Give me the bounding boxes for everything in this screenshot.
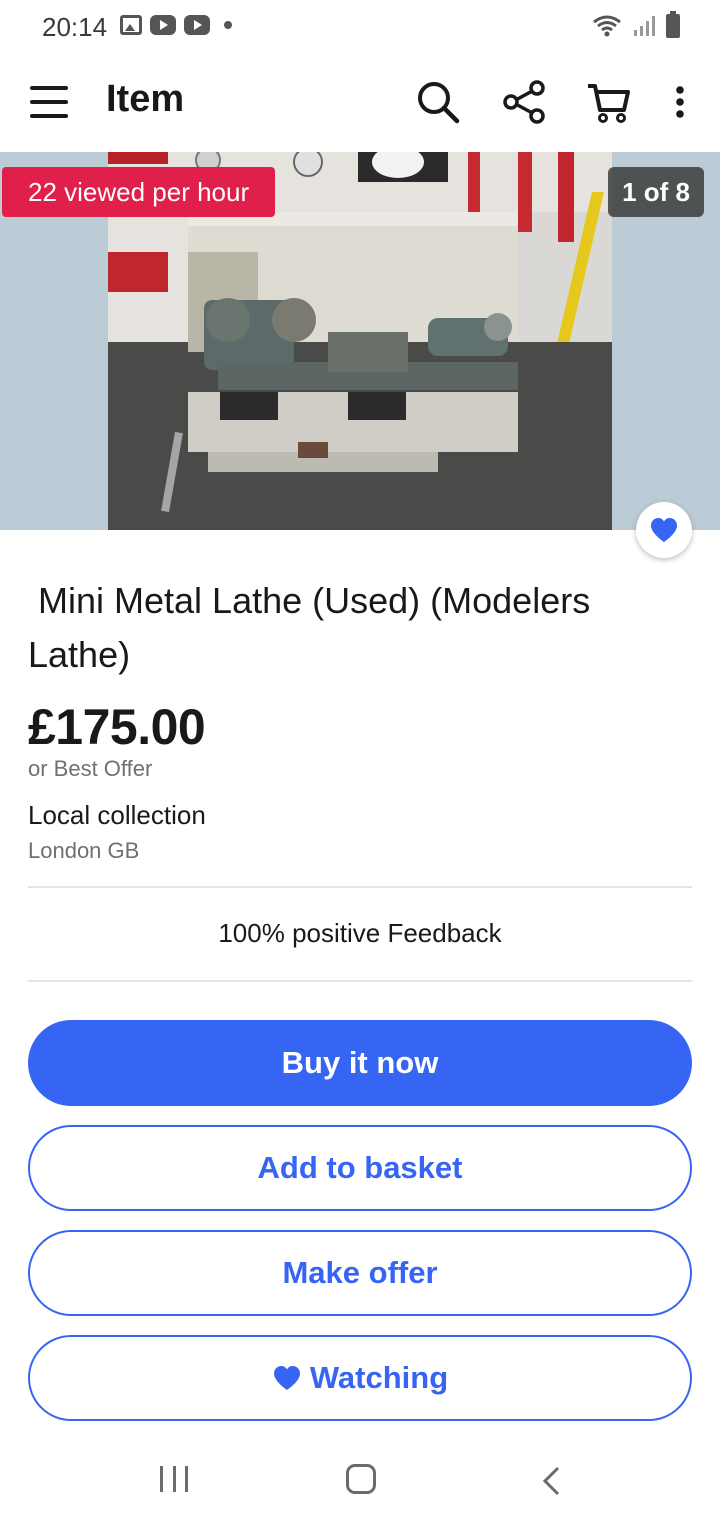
youtube-notification-icon (150, 15, 176, 35)
item-location: London GB (28, 838, 140, 863)
heart-icon (273, 1366, 300, 1390)
home-icon[interactable] (346, 1464, 376, 1494)
more-notifications-icon (224, 21, 232, 29)
recent-apps-icon[interactable] (160, 1466, 188, 1492)
item-title: Mini Metal Lathe (Used) (Modelers Lathe) (28, 580, 601, 675)
watch-heart-button[interactable] (636, 502, 692, 558)
youtube-notification-icon (184, 15, 210, 35)
divider (28, 980, 692, 982)
cart-icon[interactable] (584, 78, 632, 126)
system-nav-bar (0, 1436, 720, 1520)
make-offer-button[interactable]: Make offer (28, 1230, 692, 1316)
battery-icon (666, 11, 680, 38)
viewed-per-hour-badge: 22 viewed per hour (2, 167, 276, 217)
image-counter-badge: 1 of 8 (608, 167, 704, 217)
best-offer-label: or Best Offer (28, 756, 153, 781)
item-price: £175.00 (28, 699, 206, 755)
status-bar: 20:14 (0, 0, 720, 56)
add-to-basket-label: Add to basket (257, 1150, 463, 1185)
system-icons (592, 11, 680, 38)
status-time: 20:14 (42, 12, 108, 42)
heart-icon (651, 518, 677, 542)
buy-it-now-button[interactable]: Buy it now (28, 1020, 692, 1106)
seller-feedback[interactable]: 100% positive Feedback (28, 918, 692, 949)
back-icon[interactable] (540, 1466, 564, 1496)
notification-icons (120, 15, 232, 35)
wifi-icon (593, 15, 621, 37)
make-offer-label: Make offer (282, 1255, 438, 1290)
gallery-notification-icon (120, 15, 142, 35)
share-icon[interactable] (500, 78, 548, 126)
more-options-icon[interactable] (656, 78, 704, 126)
delivery-method: Local collection (28, 800, 206, 830)
menu-icon[interactable] (30, 86, 68, 120)
divider (28, 886, 692, 888)
item-image-gallery[interactable]: 22 viewed per hour 1 of 8 (0, 152, 720, 530)
add-to-basket-button[interactable]: Add to basket (28, 1125, 692, 1211)
watching-button[interactable]: Watching (28, 1335, 692, 1421)
search-icon[interactable] (414, 78, 462, 126)
signal-icon (634, 16, 655, 36)
watching-label: Watching (309, 1360, 449, 1395)
buy-it-now-label: Buy it now (281, 1045, 439, 1080)
app-header: Item (0, 56, 720, 152)
page-title: Item (106, 78, 185, 120)
